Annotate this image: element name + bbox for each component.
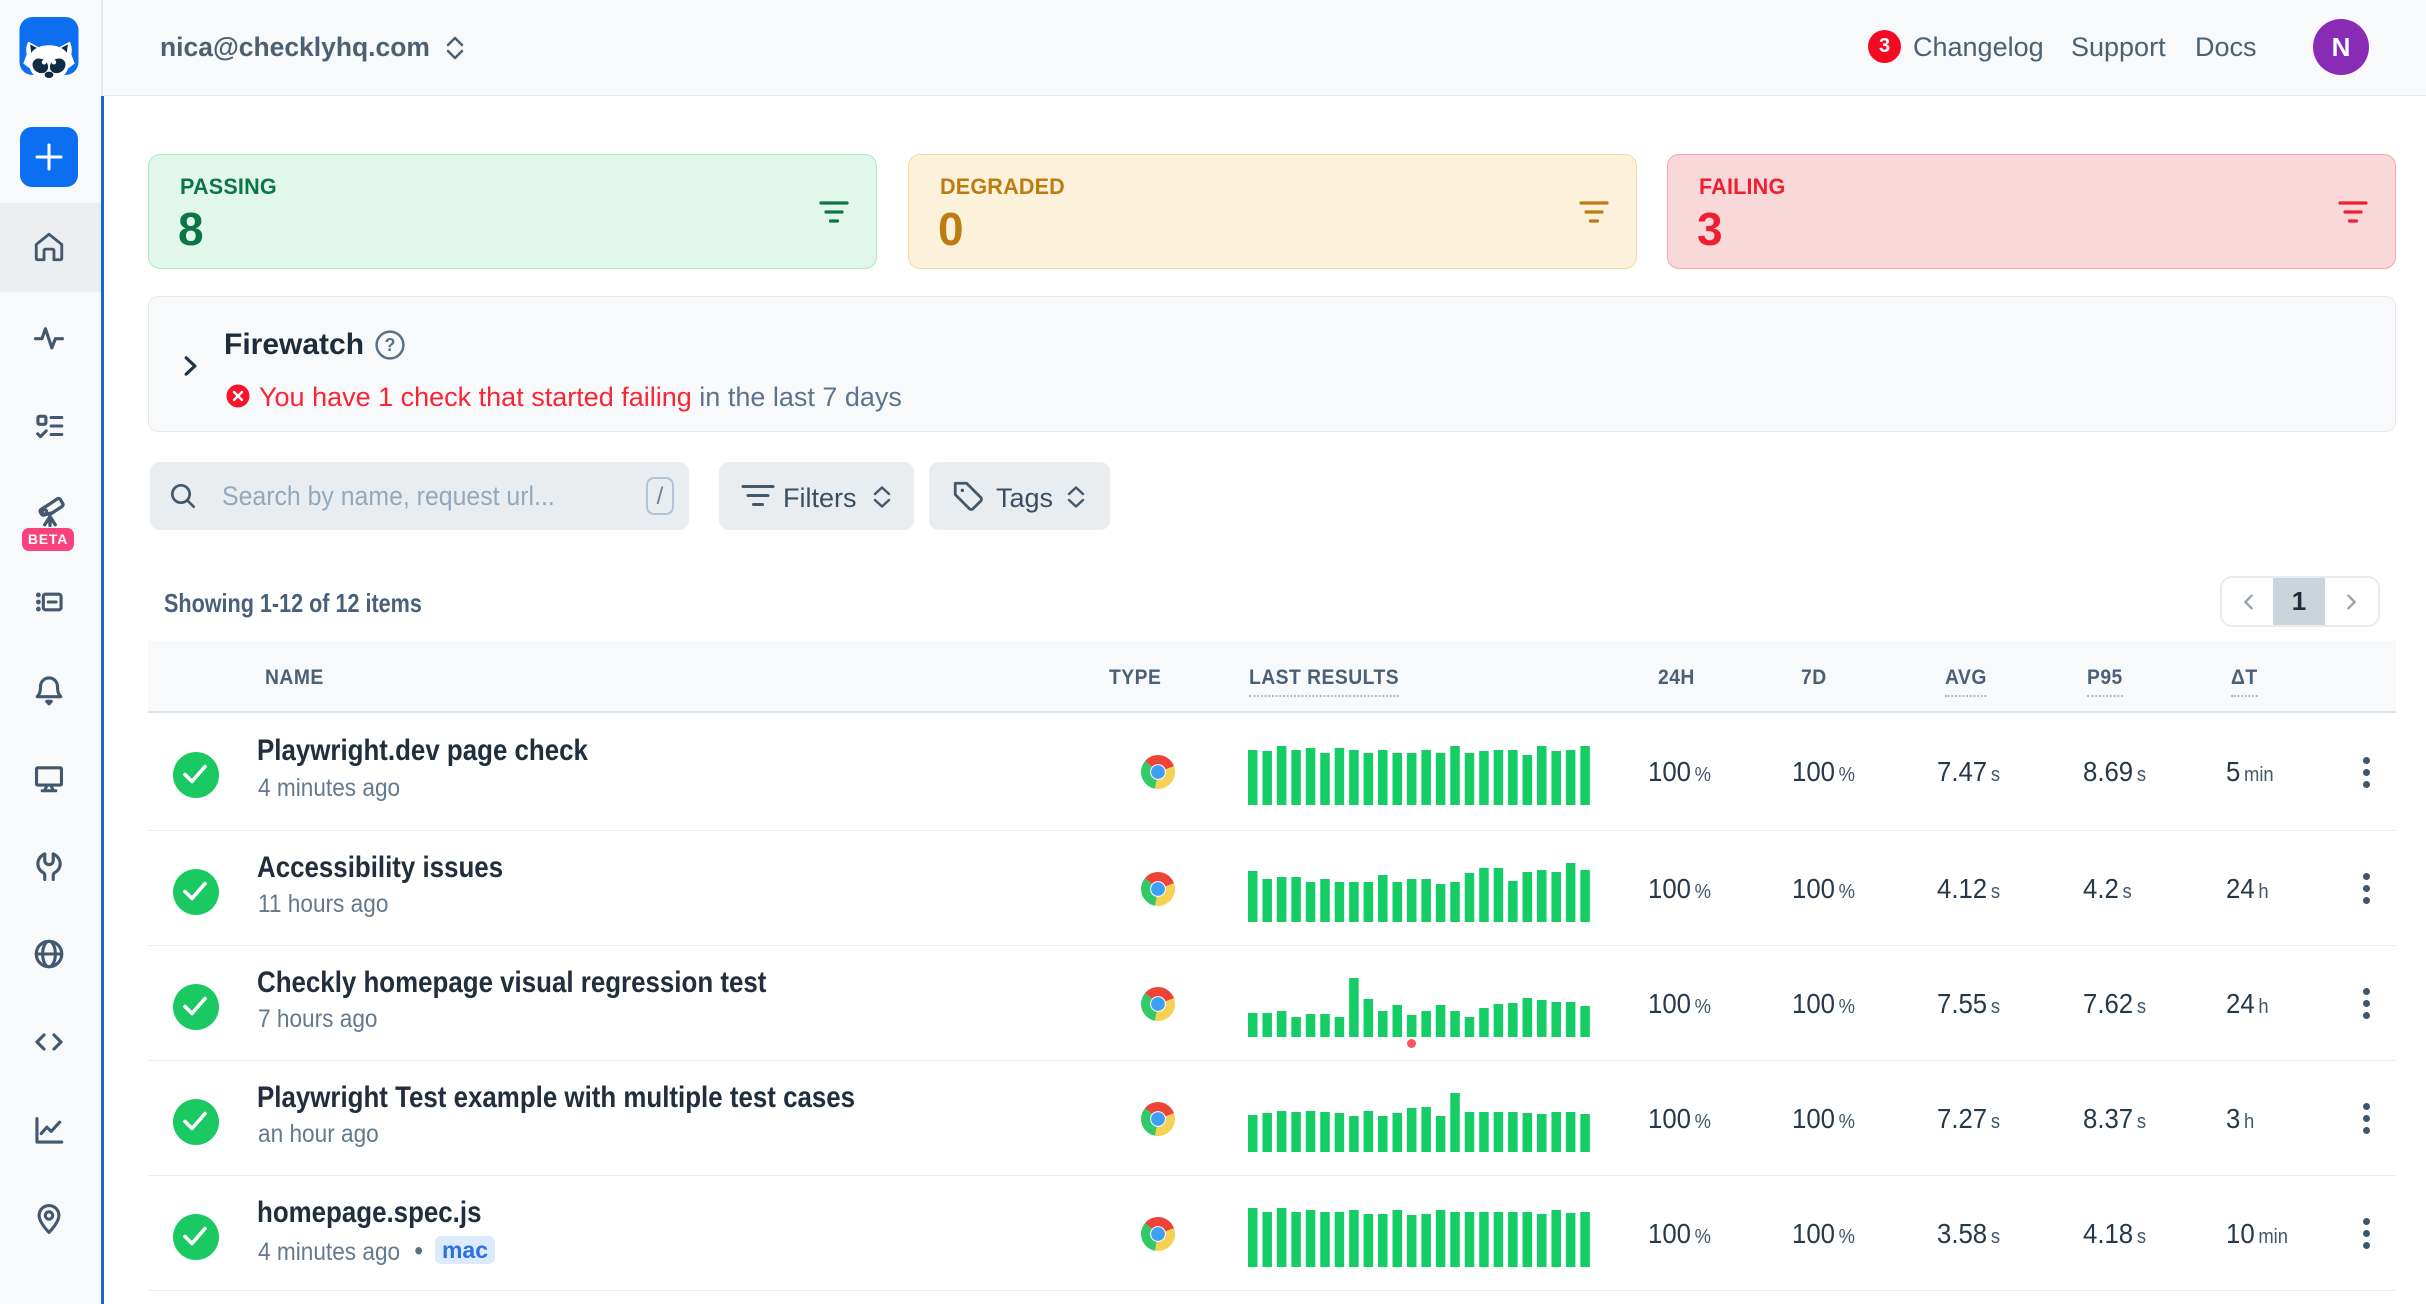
svg-text:?: ? [385, 335, 396, 355]
